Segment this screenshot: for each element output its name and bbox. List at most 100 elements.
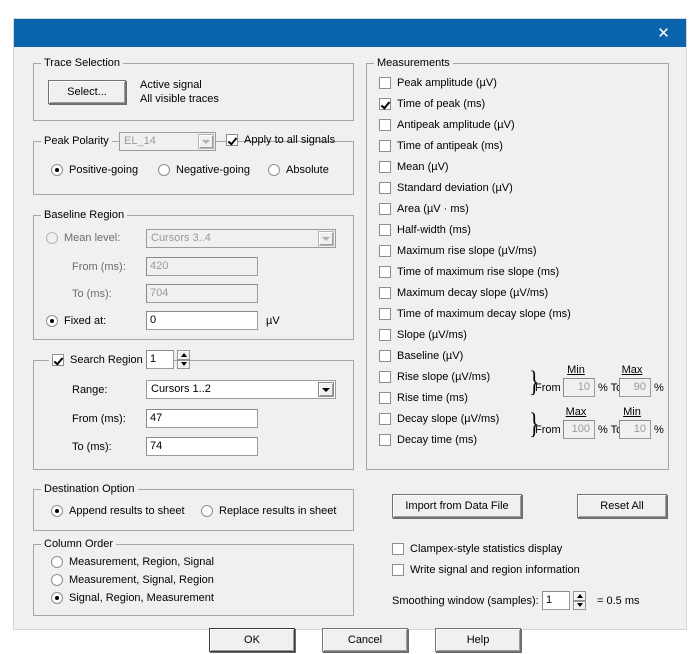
measurement-antipeak-amplitude[interactable]: Antipeak amplitude (µV) [379, 118, 515, 132]
radio-measurement-region-signal[interactable]: Measurement, Region, Signal [51, 555, 214, 569]
radio-absolute[interactable]: Absolute [268, 163, 329, 177]
title-bar: ✕ [14, 19, 686, 47]
decay-from-label: From [535, 424, 561, 436]
measurement-maximum-decay-slope[interactable]: Maximum decay slope (µV/ms) [379, 286, 548, 300]
decay-from-input[interactable]: 100 [563, 420, 595, 439]
checkbox-box [379, 224, 391, 236]
search-region-index-stepper[interactable] [177, 350, 190, 369]
radio-measurement-signal-region[interactable]: Measurement, Signal, Region [51, 573, 214, 587]
measurement-mean[interactable]: Mean (µV) [379, 160, 449, 174]
measurement-rise-time[interactable]: Rise time (ms) [379, 391, 468, 405]
rise-pct-label: % [654, 382, 664, 394]
radio-signal-region-measurement[interactable]: Signal, Region, Measurement [51, 591, 214, 605]
smoothing-window-stepper[interactable] [573, 591, 586, 610]
checkbox-box [379, 350, 391, 362]
measurement-rise-slope[interactable]: Rise slope (µV/ms) [379, 370, 490, 384]
search-from-input[interactable]: 47 [146, 409, 258, 428]
measurement-standard-deviation[interactable]: Standard deviation (µV) [379, 181, 513, 195]
peak-polarity-legend: Peak Polarity [41, 135, 112, 147]
radio-label: Measurement, Region, Signal [69, 556, 214, 568]
ok-button[interactable]: OK [209, 628, 295, 652]
checkbox-box [379, 77, 391, 89]
signal-combo-value: EL_14 [124, 135, 156, 147]
help-button[interactable]: Help [435, 628, 521, 652]
smoothing-window-input[interactable]: 1 [542, 591, 570, 610]
measurement-label: Time of peak (ms) [397, 98, 486, 110]
select-button[interactable]: Select... [48, 80, 126, 104]
mean-level-combo[interactable]: Cursors 3..4 [146, 229, 336, 248]
measurement-label: Baseline (µV) [397, 350, 464, 362]
measurements-legend: Measurements [374, 57, 453, 69]
baseline-to-label: To (ms): [72, 288, 112, 300]
checkbox-box [392, 564, 404, 576]
radio-label: Measurement, Signal, Region [69, 574, 214, 586]
write-signal-region-info-label: Write signal and region information [410, 564, 580, 576]
radio-replace-results[interactable]: Replace results in sheet [201, 504, 336, 518]
radio-append-results[interactable]: Append results to sheet [51, 504, 185, 518]
stepper-up-icon[interactable] [177, 350, 190, 360]
search-region-checkbox[interactable]: Search Region [49, 353, 146, 367]
measurement-decay-time[interactable]: Decay time (ms) [379, 433, 477, 447]
stepper-down-icon[interactable] [177, 359, 190, 369]
close-icon[interactable]: ✕ [641, 19, 686, 47]
cancel-button[interactable]: Cancel [322, 628, 408, 652]
measurement-label: Time of maximum rise slope (ms) [397, 266, 560, 278]
reset-all-button[interactable]: Reset All [577, 494, 667, 518]
write-signal-region-info-checkbox[interactable]: Write signal and region information [392, 563, 580, 577]
radio-dot [158, 164, 170, 176]
measurement-maximum-rise-slope[interactable]: Maximum rise slope (µV/ms) [379, 244, 537, 258]
search-to-input[interactable]: 74 [146, 437, 258, 456]
checkbox-box [379, 371, 391, 383]
decay-to-input[interactable]: 10 [619, 420, 651, 439]
clampex-style-statistics-checkbox[interactable]: Clampex-style statistics display [392, 542, 562, 556]
apply-to-all-signals-checkbox[interactable]: Apply to all signals [226, 133, 335, 147]
import-from-data-file-button[interactable]: Import from Data File [392, 494, 522, 518]
range-combo[interactable]: Cursors 1..2 [146, 380, 336, 399]
measurement-label: Maximum decay slope (µV/ms) [397, 287, 549, 299]
measurement-time-of-antipeak[interactable]: Time of antipeak (ms) [379, 139, 503, 153]
measurement-label: Decay time (ms) [397, 434, 478, 446]
stepper-down-icon[interactable] [573, 600, 586, 610]
checkbox-box [379, 329, 391, 341]
rise-to-caption: Max [621, 364, 643, 376]
destination-option-group: Destination Option Append results to she… [33, 483, 354, 531]
radio-negative-going[interactable]: Negative-going [158, 163, 250, 177]
measurement-label: Half-width (ms) [397, 224, 471, 236]
baseline-to-input[interactable]: 704 [146, 284, 258, 303]
measurement-decay-slope[interactable]: Decay slope (µV/ms) [379, 412, 499, 426]
chevron-down-icon[interactable] [318, 382, 334, 397]
radio-dot [51, 505, 63, 517]
fixed-at-input[interactable]: 0 [146, 311, 258, 330]
measurement-peak-amplitude[interactable]: Peak amplitude (µV) [379, 76, 497, 90]
measurement-time-of-peak[interactable]: Time of peak (ms) [379, 97, 485, 111]
radio-replace-results-label: Replace results in sheet [219, 505, 337, 517]
measurement-label: Peak amplitude (µV) [397, 77, 497, 89]
stepper-up-icon[interactable] [573, 591, 586, 601]
signal-combo[interactable]: EL_14 [119, 132, 216, 151]
measurement-area[interactable]: Area (µV · ms) [379, 202, 469, 216]
radio-positive-going[interactable]: Positive-going [51, 163, 138, 177]
search-region-group: Search Region 1 Range: Cursors 1..2 From… [33, 350, 354, 470]
measurement-baseline[interactable]: Baseline (µV) [379, 349, 463, 363]
dialog-body: Trace Selection Select... Active signal … [14, 47, 686, 652]
chevron-down-icon[interactable] [318, 231, 334, 246]
measurement-half-width[interactable]: Half-width (ms) [379, 223, 471, 237]
checkbox-box [379, 266, 391, 278]
radio-dot [51, 556, 63, 568]
chevron-down-icon[interactable] [198, 134, 214, 149]
radio-mean-level[interactable]: Mean level: [46, 231, 120, 245]
measurement-slope[interactable]: Slope (µV/ms) [379, 328, 467, 342]
search-region-index-input[interactable]: 1 [146, 350, 174, 369]
rise-from-input[interactable]: 10 [563, 378, 595, 397]
measurement-label: Mean (µV) [397, 161, 449, 173]
checkbox-box [379, 203, 391, 215]
radio-fixed-at[interactable]: Fixed at: [46, 314, 106, 328]
checkbox-box [379, 287, 391, 299]
measurement-time-of-maximum-decay-slope[interactable]: Time of maximum decay slope (ms) [379, 307, 571, 321]
trace-info-line1: Active signal [140, 79, 202, 91]
measurements-group: Measurements Peak amplitude (µV) Time of… [366, 57, 669, 470]
baseline-region-group: Baseline Region Mean level: Cursors 3..4… [33, 209, 354, 340]
measurement-time-of-maximum-rise-slope[interactable]: Time of maximum rise slope (ms) [379, 265, 559, 279]
baseline-from-input[interactable]: 420 [146, 257, 258, 276]
rise-to-input[interactable]: 90 [619, 378, 651, 397]
